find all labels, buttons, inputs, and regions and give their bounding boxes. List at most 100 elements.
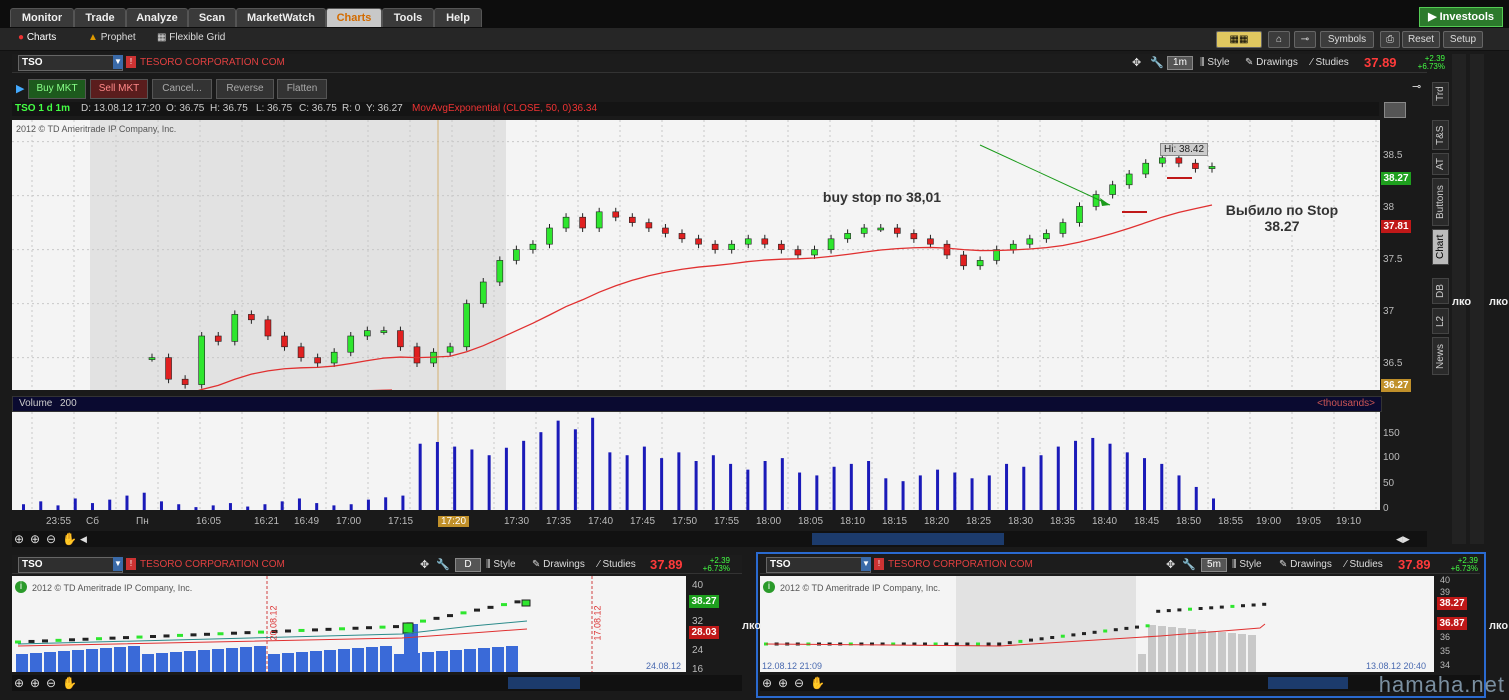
bl-candle [379, 625, 386, 629]
br-pan-hand-icon[interactable]: ✋ [810, 676, 825, 690]
print-button[interactable]: ⎙ [1380, 31, 1400, 48]
flatten-button[interactable]: Flatten [277, 79, 327, 99]
volume-chart[interactable] [12, 412, 1380, 510]
side-tab-chart[interactable]: Chart [1432, 229, 1449, 265]
link-button[interactable]: ⊸ [1294, 31, 1316, 48]
candle-body [1076, 206, 1083, 223]
sell-mkt-button[interactable]: Sell MKT [90, 79, 148, 99]
br-volume-bar [1198, 630, 1206, 672]
br-style-menu[interactable]: ⫼ Style [1232, 559, 1262, 570]
zoom-out-icon[interactable]: ⊖ [46, 532, 56, 546]
br-info-icon[interactable]: i [763, 581, 775, 593]
time-label: 16:21 [254, 516, 280, 527]
bl-volume-bar [142, 654, 154, 672]
side-tab-db[interactable]: DB [1432, 278, 1449, 304]
scroll-left-end-icon[interactable]: ◀▶ [1396, 534, 1410, 545]
scroll-left-icon[interactable]: ◀ [80, 534, 87, 545]
side-tab-ts[interactable]: T&S [1432, 120, 1449, 150]
chart-settings-icon[interactable] [1384, 102, 1406, 118]
bl-timeframe-button[interactable]: D [455, 558, 481, 572]
pan-hand-icon[interactable]: ✋ [62, 532, 77, 546]
candle-body [1043, 233, 1050, 240]
link-small-icon[interactable]: ⊸ [1412, 80, 1421, 93]
br-wrench-icon[interactable]: 🔧 [1182, 558, 1196, 571]
bl-zoom-fit-icon[interactable]: ⊕ [14, 676, 24, 690]
br-symbol-dropdown-icon[interactable]: ▼ [861, 557, 871, 571]
style-menu[interactable]: ⫼ Style [1200, 57, 1230, 68]
volume-bar [591, 417, 595, 510]
candle-body [877, 227, 885, 231]
drawings-menu[interactable]: ✎ Drawings [1245, 57, 1298, 68]
reset-button[interactable]: Reset [1402, 31, 1440, 48]
main-last-price: 37.89 [1364, 55, 1397, 70]
bl-scrollbar-thumb[interactable] [508, 677, 580, 689]
br-scrollbar-thumb[interactable] [1268, 677, 1348, 689]
timeframe-button[interactable]: 1m [1167, 56, 1193, 70]
cancel-button[interactable]: Cancel... [152, 79, 212, 99]
br-zoom-out-icon[interactable]: ⊖ [794, 676, 804, 690]
volume-bar [936, 469, 940, 510]
bl-studies-menu[interactable]: ⁄ Studies [598, 559, 636, 570]
tab-charts[interactable]: Charts [326, 8, 382, 27]
bl-crosshair-icon[interactable]: ✥ [420, 558, 429, 571]
br-crosshair-icon[interactable]: ✥ [1166, 558, 1175, 571]
investools-button[interactable]: ▶ Investools [1419, 7, 1503, 27]
expand-arrow-icon[interactable]: ▶ [16, 82, 24, 95]
flexible-grid-subtab[interactable]: ▦ Flexible Grid [157, 32, 225, 43]
br-zoom-fit-icon[interactable]: ⊕ [762, 676, 772, 690]
side-tab-at[interactable]: AT [1432, 153, 1449, 175]
bl-drawings-menu[interactable]: ✎ Drawings [532, 559, 585, 570]
tab-tools[interactable]: Tools [382, 8, 434, 27]
bl-pan-hand-icon[interactable]: ✋ [62, 676, 77, 690]
br-candle [1262, 602, 1267, 606]
tab-scan[interactable]: Scan [188, 8, 236, 27]
br-studies-menu[interactable]: ⁄ Studies [1345, 559, 1383, 570]
tab-analyze[interactable]: Analyze [126, 8, 188, 27]
side-tab-buttons[interactable]: Buttons [1432, 178, 1449, 226]
side-tab-news[interactable]: News [1432, 337, 1449, 375]
br-timeframe-button[interactable]: 5m [1201, 558, 1227, 572]
bl-info-icon[interactable]: i [15, 581, 27, 593]
zoom-fit-icon[interactable]: ⊕ [14, 532, 24, 546]
candle-body [1142, 162, 1150, 175]
grid-layout-button[interactable]: ▦▦ [1216, 31, 1262, 48]
bl-wrench-icon[interactable]: 🔧 [436, 558, 450, 571]
bl-symbol-input[interactable]: TSO [18, 557, 123, 573]
side-tab-trd[interactable]: Trd [1432, 82, 1449, 106]
br-symbol-input[interactable]: TSO [766, 557, 871, 573]
bl-zoom-out-icon[interactable]: ⊖ [46, 676, 56, 690]
bl-studies-icon: ⁄ [598, 559, 600, 570]
br-chart[interactable]: i 2012 © TD Ameritrade IP Company, Inc. … [760, 576, 1434, 672]
br-y-label-34: 34 [1440, 660, 1451, 670]
candle-body [728, 243, 735, 250]
tab-monitor[interactable]: Monitor [10, 8, 74, 27]
symbols-button[interactable]: Symbols [1320, 31, 1374, 48]
prophet-subtab[interactable]: ▲ Prophet [88, 32, 136, 43]
watermark: hamaha.net [1378, 672, 1505, 697]
symbol-dropdown-icon[interactable]: ▼ [113, 55, 123, 69]
setup-button[interactable]: Setup [1443, 31, 1483, 48]
info-study-value: 36.34 [572, 103, 598, 114]
side-tab-l2[interactable]: L2 [1432, 308, 1449, 334]
volume-chart-svg [22, 412, 1377, 510]
tab-help[interactable]: Help [434, 8, 482, 27]
bl-style-menu[interactable]: ⫼ Style [486, 559, 516, 570]
br-zoom-in-icon[interactable]: ⊕ [778, 676, 788, 690]
main-scrollbar-thumb[interactable] [812, 533, 1004, 545]
zoom-in-icon[interactable]: ⊕ [30, 532, 40, 546]
main-symbol-input[interactable]: TSO [18, 55, 123, 71]
home-button[interactable]: ⌂ [1268, 31, 1290, 48]
bl-symbol-dropdown-icon[interactable]: ▼ [113, 557, 123, 571]
charts-subtab[interactable]: ● Charts [18, 32, 56, 43]
bl-chart[interactable]: i 2012 © TD Ameritrade IP Company, Inc. … [12, 576, 686, 672]
reverse-button[interactable]: Reverse [216, 79, 274, 99]
wrench-icon[interactable]: 🔧 [1150, 56, 1164, 69]
main-price-chart[interactable]: 2012 © TD Ameritrade IP Company, Inc. Hi… [12, 120, 1380, 390]
tab-marketwatch[interactable]: MarketWatch [236, 8, 326, 27]
buy-mkt-button[interactable]: Buy MKT [28, 79, 86, 99]
bl-zoom-in-icon[interactable]: ⊕ [30, 676, 40, 690]
tab-trade[interactable]: Trade [74, 8, 126, 27]
crosshair-icon[interactable]: ✥ [1132, 56, 1141, 69]
studies-menu[interactable]: ⁄ Studies [1311, 57, 1349, 68]
br-drawings-menu[interactable]: ✎ Drawings [1279, 559, 1332, 570]
